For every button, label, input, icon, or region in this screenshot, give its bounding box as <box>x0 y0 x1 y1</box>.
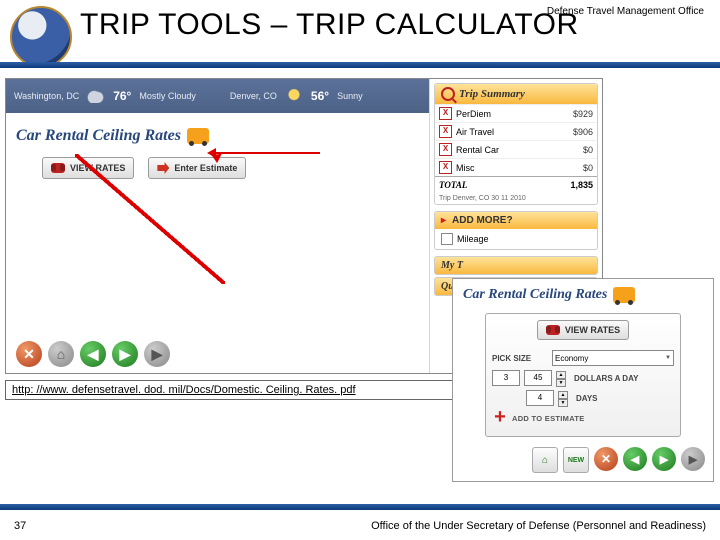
row-label: Misc <box>456 163 583 173</box>
add-to-estimate-button[interactable]: + ADD TO ESTIMATE <box>492 410 674 426</box>
remove-icon[interactable]: X <box>439 107 452 120</box>
binoculars-icon <box>51 163 65 173</box>
dollars-input[interactable]: 45 <box>524 370 552 386</box>
nav-close-button[interactable]: ✕ <box>16 341 42 367</box>
popup-nav-home[interactable]: ⌂ <box>532 447 558 473</box>
checkbox-icon[interactable] <box>441 233 453 245</box>
dollars-index: 3 <box>492 370 520 386</box>
popup-nav-new[interactable]: NEW <box>563 447 589 473</box>
nav-next-button[interactable]: ▶ <box>112 341 138 367</box>
pick-size-select[interactable]: Economy <box>552 350 674 366</box>
summary-row-perdiem: X PerDiem$929 <box>435 104 597 122</box>
magnifier-icon <box>441 87 455 101</box>
add-to-estimate-label: ADD TO ESTIMATE <box>512 414 585 423</box>
add-more-panel: ▸ADD MORE? Mileage <box>434 211 598 250</box>
cloud-icon <box>87 89 105 103</box>
row-label: Air Travel <box>456 127 573 137</box>
weather-cond-2: Sunny <box>337 91 363 101</box>
view-rates-label: VIEW RATES <box>70 163 125 173</box>
dollars-row: 3 45 ▲▼ DOLLARS A DAY <box>492 370 674 386</box>
pick-size-label: PICK SIZE <box>492 354 548 363</box>
view-rates-button[interactable]: VIEW RATES <box>42 157 134 179</box>
row-value: $929 <box>573 109 593 119</box>
car-rental-popup: Car Rental Ceiling Rates VIEW RATES PICK… <box>452 278 714 482</box>
remove-icon[interactable]: X <box>439 125 452 138</box>
days-spinner[interactable]: ▲▼ <box>558 391 568 405</box>
dollars-spinner[interactable]: ▲▼ <box>556 371 566 385</box>
mileage-label: Mileage <box>457 234 489 244</box>
sun-icon <box>285 89 303 103</box>
dollars-label: DOLLARS A DAY <box>574 374 638 383</box>
car-rental-title: Car Rental Ceiling Rates <box>16 127 181 145</box>
pick-size-row: PICK SIZE Economy <box>492 350 674 366</box>
nav-home-button[interactable]: ⌂ <box>48 341 74 367</box>
popup-nav-close[interactable]: ✕ <box>594 447 618 471</box>
total-label: TOTAL <box>439 180 570 190</box>
tab-my-t[interactable]: My T <box>434 256 598 275</box>
enter-estimate-label: Enter Estimate <box>174 163 237 173</box>
footer-org: Office of the Under Secretary of Defense… <box>371 520 706 532</box>
summary-row-rental: X Rental Car$0 <box>435 140 597 158</box>
summary-row-misc: X Misc$0 <box>435 158 597 176</box>
popup-view-rates-label: VIEW RATES <box>565 325 620 335</box>
row-label: PerDiem <box>456 109 573 119</box>
add-more-header: ▸ADD MORE? <box>435 212 597 229</box>
footer-divider <box>0 504 720 510</box>
car-icon <box>187 128 209 144</box>
page-title: TRIP TOOLS – TRIP CALCULATOR <box>80 8 710 42</box>
url-link[interactable]: http: //www. defensetravel. dod. mil/Doc… <box>5 380 459 400</box>
days-row: 4 ▲▼ DAYS <box>492 390 674 406</box>
nav-next-disabled: ▶ <box>144 341 170 367</box>
car-icon <box>613 287 635 303</box>
popup-nav-next-disabled: ▶ <box>681 447 705 471</box>
weather-temp-1: 76° <box>113 89 131 103</box>
pick-size-value: Economy <box>555 354 588 363</box>
summary-row-air: X Air Travel$906 <box>435 122 597 140</box>
remove-icon[interactable]: X <box>439 143 452 156</box>
row-value: $0 <box>583 145 593 155</box>
weather-cond-1: Mostly Cloudy <box>139 91 196 101</box>
weather-temp-2: 56° <box>311 89 329 103</box>
screenshot-nav: ✕ ⌂ ◀ ▶ ▶ <box>16 341 170 367</box>
row-value: $0 <box>583 163 593 173</box>
popup-nav-next[interactable]: ▶ <box>652 447 676 471</box>
binoculars-icon <box>546 325 560 335</box>
remove-icon[interactable]: X <box>439 161 452 174</box>
add-more-mileage[interactable]: Mileage <box>435 229 597 249</box>
popup-body: VIEW RATES PICK SIZE Economy 3 45 ▲▼ DOL… <box>485 313 681 437</box>
days-label: DAYS <box>576 394 598 403</box>
arrow-right-icon <box>157 162 169 174</box>
weather-city-2: Denver, CO <box>230 91 277 101</box>
enter-estimate-button[interactable]: Enter Estimate <box>148 157 246 179</box>
row-label: Rental Car <box>456 145 583 155</box>
dod-seal-icon <box>10 6 72 68</box>
popup-nav-prev[interactable]: ◀ <box>623 447 647 471</box>
weather-city-1: Washington, DC <box>14 91 79 101</box>
trip-summary-title: Trip Summary <box>459 88 525 100</box>
trip-summary-header: Trip Summary <box>435 84 597 104</box>
header-divider <box>0 62 720 68</box>
page-number: 37 <box>14 520 26 532</box>
car-rental-section-header: Car Rental Ceiling Rates <box>6 119 426 149</box>
add-more-title: ADD MORE? <box>452 215 513 226</box>
trip-summary-panel: Trip Summary X PerDiem$929 X Air Travel$90… <box>434 83 598 205</box>
days-input[interactable]: 4 <box>526 390 554 406</box>
popup-nav: ⌂ NEW ✕ ◀ ▶ ▶ <box>453 443 713 481</box>
popup-title: Car Rental Ceiling Rates <box>463 287 607 303</box>
row-value: $906 <box>573 127 593 137</box>
plus-icon: + <box>492 410 508 426</box>
trip-meta: Trip Denver, CO 30 11 2010 <box>435 193 597 204</box>
summary-total: TOTAL1,835 <box>435 176 597 193</box>
nav-prev-button[interactable]: ◀ <box>80 341 106 367</box>
popup-view-rates-button[interactable]: VIEW RATES <box>537 320 629 340</box>
total-value: 1,835 <box>570 180 593 190</box>
popup-header: Car Rental Ceiling Rates <box>453 279 713 307</box>
